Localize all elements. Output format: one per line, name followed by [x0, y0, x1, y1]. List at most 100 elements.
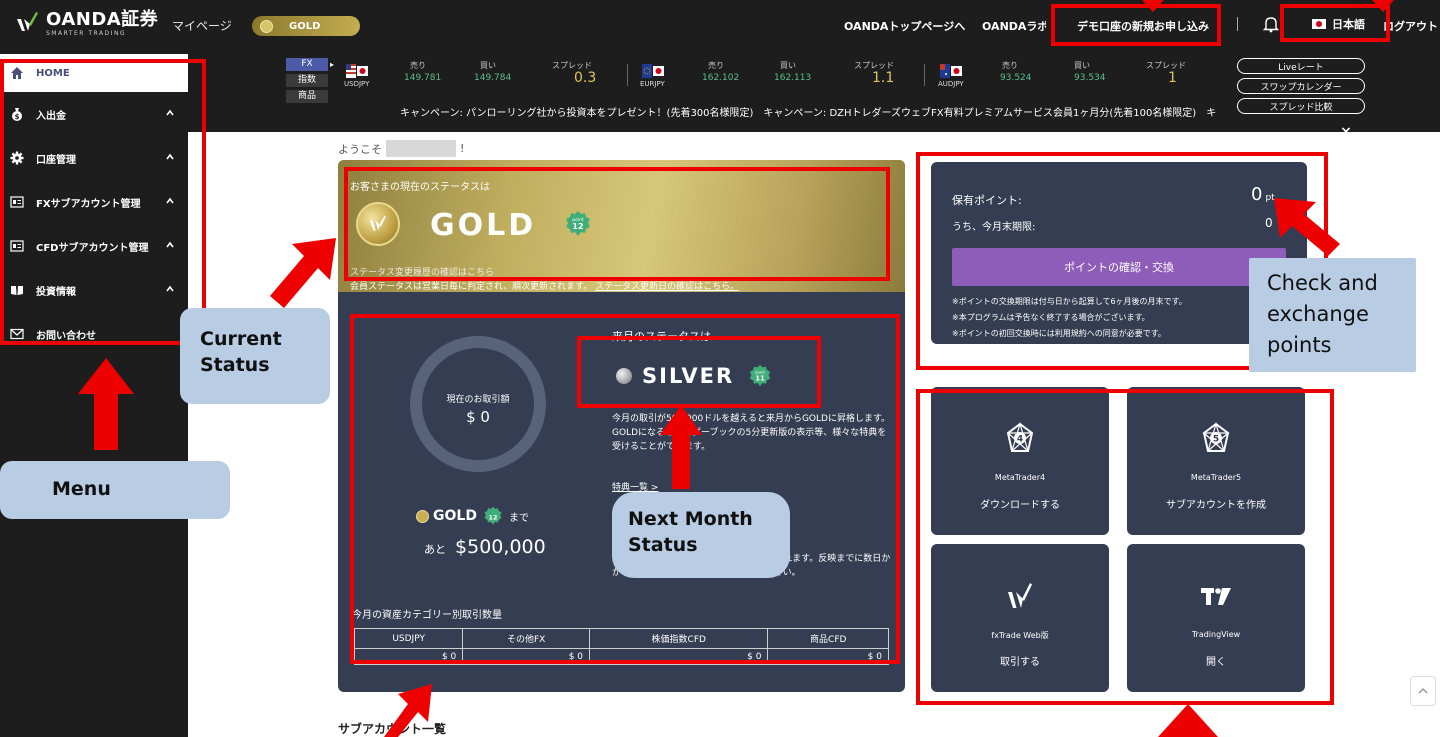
market-tab-commodity[interactable]: 商品 — [286, 90, 328, 103]
sidebar-item-home[interactable]: HOME — [0, 54, 188, 92]
live-rate-button[interactable]: Liveレート — [1237, 58, 1365, 74]
status-card: お客さまの現在のステータスは GOLD point 12 ステータス変更履歴の確… — [338, 160, 905, 692]
callout-current-status: Current Status — [180, 308, 330, 404]
chevron-up-icon — [166, 197, 174, 204]
trade-volume-value: $ 0 — [466, 408, 490, 426]
sidebar-item-cfd-subaccount[interactable]: CFDサブアカウント管理 — [0, 226, 188, 266]
remaining-amount: あと $500,000 — [424, 536, 546, 558]
market-tab-index[interactable]: 指数 — [286, 74, 328, 87]
points-exchange-button[interactable]: ポイントの確認・交換 — [952, 248, 1286, 286]
top-header: OANDA証券 SMARTER TRADING マイページ GOLD OANDA… — [0, 0, 1440, 54]
category-volume-table: USDJPY その他FX 株価指数CFD 商品CFD $ 0 $ 0 $ 0 $… — [353, 628, 889, 665]
id-card-icon — [10, 195, 24, 209]
table-header: USDJPY — [353, 628, 464, 649]
mt-version: 5 — [1213, 435, 1219, 445]
status-pill-label: GOLD — [289, 20, 321, 32]
to-gold-row: GOLD 12 まで — [416, 506, 529, 526]
points-number: 0 — [1251, 184, 1263, 205]
logout-link[interactable]: ログアウト — [1383, 18, 1438, 34]
oanda-top-link[interactable]: OANDAトップページへ — [844, 18, 965, 34]
to-gold-name: GOLD — [433, 508, 477, 524]
callout-text: Next Month Status — [628, 508, 753, 556]
sidebar-item-investment-info[interactable]: 投資情報 — [0, 270, 188, 310]
sell-label: 売り — [708, 61, 724, 70]
points-note[interactable]: ※ポイントの初回交換時には利用規約への同意が必要です。 — [952, 328, 1166, 339]
tile-fxtrade-web[interactable]: fxTrade Web版 取引する — [931, 544, 1109, 692]
sidebar-item-label: CFDサブアカウント管理 — [36, 242, 149, 254]
tile-action: サブアカウントを作成 — [1166, 500, 1266, 511]
oanda-lab-link[interactable]: OANDAラボへ — [982, 18, 1046, 34]
sidebar-item-contact[interactable]: お問い合わせ — [0, 314, 188, 354]
tile-mt5[interactable]: 5 MetaTrader5 サブアカウントを作成 — [1127, 387, 1305, 535]
sidebar-item-fx-subaccount[interactable]: FXサブアカウント管理 — [0, 182, 188, 222]
tile-name: TradingView — [1191, 630, 1241, 639]
pair-divider — [627, 64, 628, 86]
tile-name: MetaTrader4 — [994, 473, 1046, 482]
tradingview-icon — [1201, 588, 1231, 605]
gold-coin-icon — [260, 19, 273, 33]
sell-label: 売り — [410, 61, 426, 70]
table-header: その他FX — [462, 628, 591, 649]
campaign-marquee[interactable]: キャンペーン: パンローリング社から投資本をプレゼント！(先着300名様限定) … — [400, 104, 1216, 119]
current-status-name: GOLD — [430, 208, 537, 243]
status-update-link[interactable]: ステータス更新日の確認はこちら。 — [595, 282, 739, 292]
bell-icon[interactable] — [1263, 15, 1279, 33]
rate-eurjpy[interactable]: EURJPY 売り 162.102 買い 162.113 スプレッド 1.1 — [640, 58, 932, 92]
language-label: 日本語 — [1332, 18, 1365, 31]
callout-next-month-status: Next Month Status — [612, 492, 790, 578]
market-tab-fx[interactable]: FX — [286, 58, 334, 71]
category-volume-title: 今月の資産カテゴリー別取引数量 — [352, 610, 502, 621]
status-history-link[interactable]: ステータス変更履歴の確認はこちら — [350, 265, 494, 278]
chevron-up-icon — [1418, 687, 1428, 694]
sell-rate: 162.102 — [702, 73, 740, 83]
mypage-link[interactable]: マイページ — [172, 17, 232, 34]
tile-action: ダウンロードする — [980, 500, 1060, 511]
buy-label: 買い — [1074, 61, 1090, 70]
status-update-text: 会員ステータスは営業日毎に判定され、順次更新されます。 — [350, 282, 593, 292]
tile-mt4[interactable]: 4 MetaTrader4 ダウンロードする — [931, 387, 1109, 535]
svg-text:$: $ — [15, 113, 20, 121]
sell-rate: 93.524 — [1000, 73, 1032, 83]
callout-check-points: Check and exchange points — [1249, 258, 1416, 372]
buy-label: 買い — [480, 61, 496, 70]
arrow-up-icon — [78, 358, 134, 450]
sidebar-item-deposit[interactable]: $ 入出金 — [0, 94, 188, 134]
callout-text: Check and exchange points — [1267, 271, 1378, 357]
gold-medal-icon — [356, 202, 400, 246]
chevron-up-icon — [166, 241, 174, 248]
current-status-panel: お客さまの現在のステータスは GOLD point 12 ステータス変更履歴の確… — [338, 160, 905, 292]
language-selector[interactable]: 日本語 — [1312, 16, 1365, 32]
callout-text: Menu — [52, 478, 111, 500]
sidebar-item-account[interactable]: 口座管理 — [0, 138, 188, 178]
scroll-to-top-button[interactable] — [1410, 676, 1436, 706]
pair-code: EURJPY — [640, 80, 665, 88]
table-cell: $ 0 — [767, 648, 889, 665]
table-cell: $ 0 — [353, 648, 464, 665]
trade-volume-label: 現在のお取引額 — [446, 395, 510, 405]
rate-audjpy[interactable]: AUDJPY 売り 93.524 買い 93.534 スプレッド 1 — [938, 58, 1230, 92]
sidebar-item-label: FXサブアカウント管理 — [36, 198, 141, 210]
tile-tradingview[interactable]: TradingView 開く — [1127, 544, 1305, 692]
money-bag-icon: $ — [10, 107, 24, 121]
to-gold-suffix: まで — [508, 512, 529, 524]
rate-ticker: FX 指数 商品 USDJPY 売り 149.781 買い 149.784 スプ… — [188, 54, 1440, 132]
swap-calendar-button[interactable]: スワップカレンダー — [1237, 78, 1365, 94]
callout-text: Current Status — [200, 328, 282, 376]
id-card-icon — [10, 239, 24, 253]
arrow-up-icon — [660, 405, 702, 489]
chevron-up-icon — [166, 109, 174, 116]
home-icon — [10, 66, 24, 80]
welcome-prefix: ようこそ — [338, 142, 382, 156]
table-cell: $ 0 — [589, 648, 769, 665]
table-row: $ 0 $ 0 $ 0 $ 0 — [353, 648, 889, 665]
oanda-logo[interactable]: OANDA証券 SMARTER TRADING — [14, 10, 158, 38]
arrow-diagonal-icon — [270, 238, 336, 308]
pair-code: AUDJPY — [938, 80, 964, 88]
rate-usdjpy[interactable]: USDJPY 売り 149.781 買い 149.784 スプレッド 0.3 — [344, 58, 636, 92]
sidebar-item-label: 口座管理 — [36, 154, 76, 166]
status-pill[interactable]: GOLD — [252, 16, 360, 36]
tile-action: 開く — [1206, 657, 1226, 668]
spread-compare-button[interactable]: スプレッド比較 — [1237, 98, 1365, 114]
table-cell: $ 0 — [462, 648, 591, 665]
demo-account-link[interactable]: デモ口座の新規お申し込み — [1077, 18, 1209, 34]
